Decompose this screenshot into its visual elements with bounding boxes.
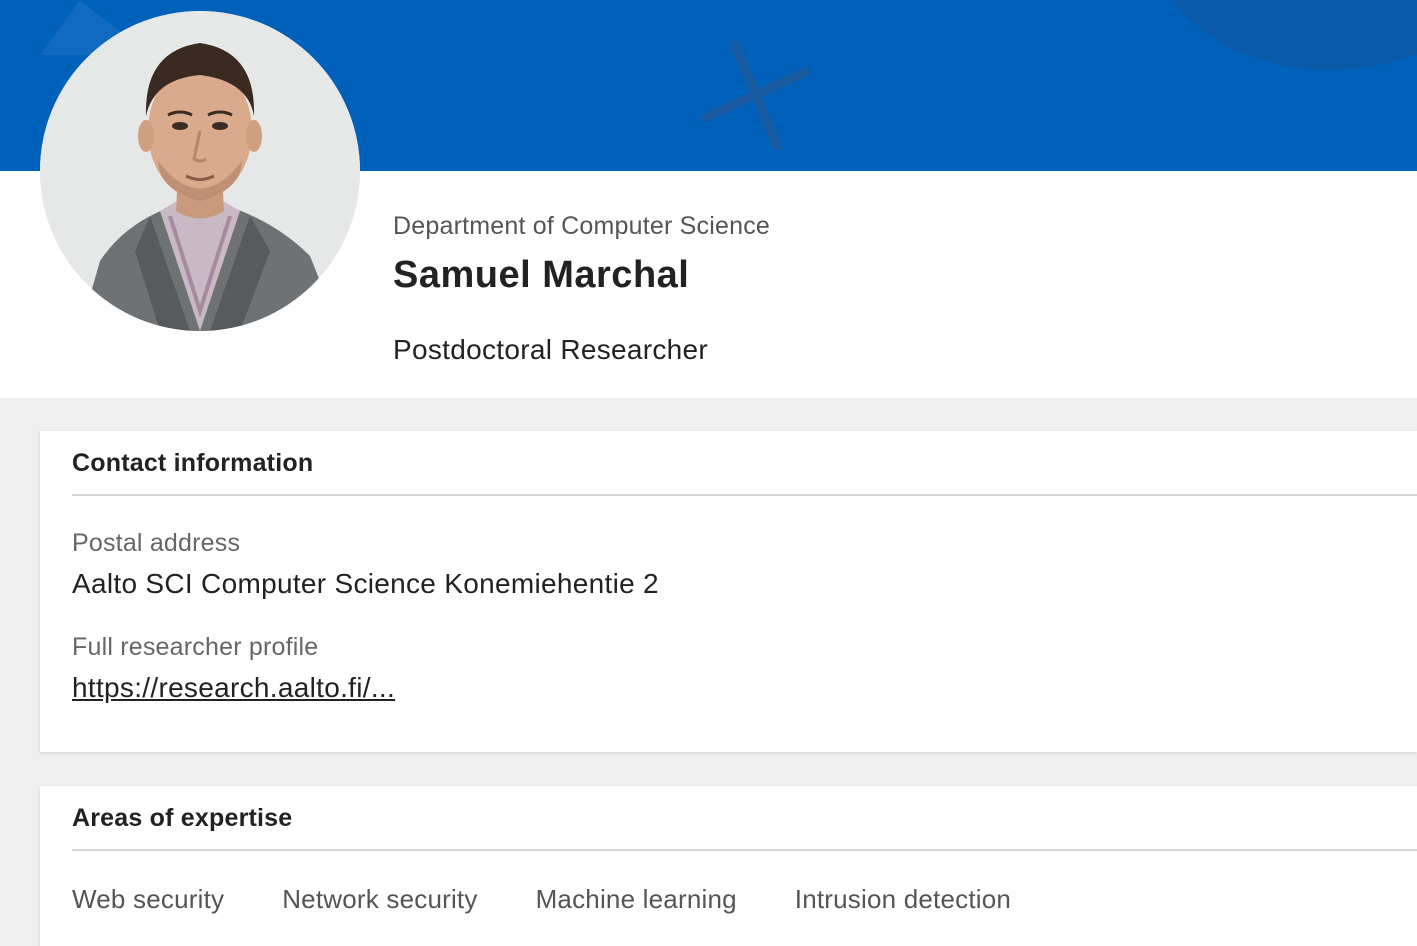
expertise-item[interactable]: Web security	[72, 884, 224, 915]
researcher-profile-label: Full researcher profile	[72, 633, 319, 661]
banner-circle-decoration	[1150, 0, 1417, 70]
avatar	[40, 11, 360, 331]
divider	[72, 849, 1417, 851]
expertise-item[interactable]: Intrusion detection	[795, 884, 1011, 915]
areas-of-expertise-heading: Areas of expertise	[72, 804, 293, 832]
job-title: Postdoctoral Researcher	[393, 334, 709, 365]
postal-address-value: Aalto SCI Computer Science Konemiehentie…	[72, 568, 659, 599]
divider	[72, 494, 1417, 496]
contact-information-card: Contact information Postal address Aalto…	[40, 431, 1417, 752]
expertise-list: Web security Network security Machine le…	[72, 884, 1011, 915]
areas-of-expertise-card: Areas of expertise Web security Network …	[40, 786, 1417, 946]
researcher-profile-link[interactable]: https://research.aalto.fi/...	[72, 672, 395, 704]
expertise-item[interactable]: Machine learning	[536, 884, 737, 915]
department-name: Department of Computer Science	[393, 212, 771, 240]
postal-address-label: Postal address	[72, 529, 241, 557]
banner-cross-decoration	[700, 40, 810, 150]
contact-information-heading: Contact information	[72, 449, 314, 477]
person-name: Samuel Marchal	[393, 254, 690, 296]
expertise-item[interactable]: Network security	[282, 884, 477, 915]
